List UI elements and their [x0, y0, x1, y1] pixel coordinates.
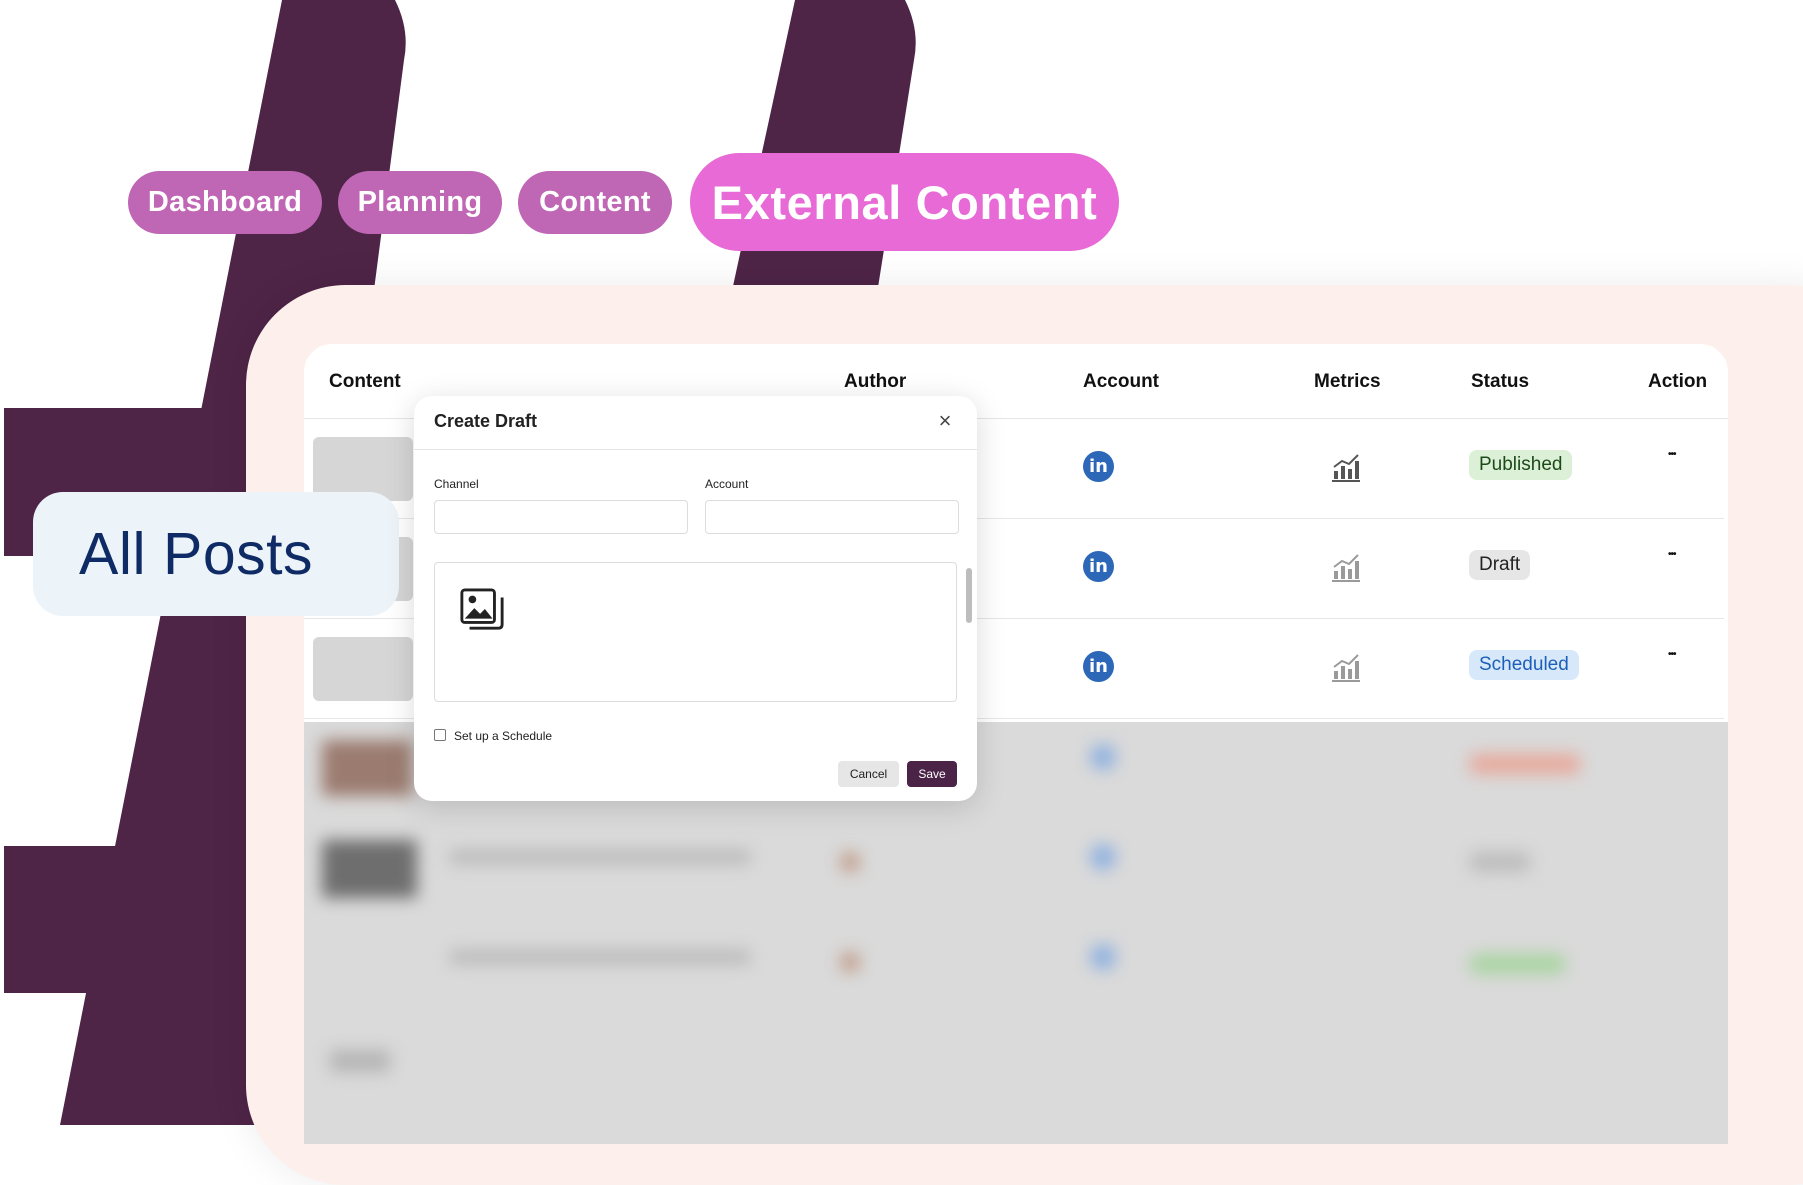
content-thumbnail — [313, 637, 413, 701]
tab-dashboard[interactable]: Dashboard — [128, 171, 322, 234]
channel-label: Channel — [434, 477, 479, 491]
linkedin-icon[interactable]: in — [1083, 451, 1114, 482]
media-upload-area[interactable] — [434, 562, 957, 702]
col-header-account: Account — [1083, 371, 1159, 392]
modal-header: Create Draft × — [414, 396, 977, 450]
cancel-button-label: Cancel — [849, 767, 888, 781]
close-icon[interactable]: × — [934, 410, 956, 432]
blurred-text — [450, 950, 750, 964]
col-header-author: Author — [844, 371, 907, 392]
modal-title: Create Draft — [434, 411, 538, 431]
more-actions-button[interactable]: ••• — [1668, 549, 1676, 560]
schedule-checkbox-label: Set up a Schedule — [454, 729, 553, 743]
col-header-status: Status — [1471, 371, 1530, 392]
blurred-account-icon — [1090, 844, 1116, 870]
blurred-thumbnail — [322, 840, 417, 898]
bar-chart-icon[interactable] — [1330, 651, 1362, 683]
tab-content-label: Content — [539, 186, 651, 218]
blurred-status-badge — [1470, 954, 1565, 974]
section-label-text: All Posts — [79, 521, 314, 587]
tab-planning-label: Planning — [357, 186, 483, 218]
modal-scrollbar[interactable] — [966, 568, 972, 623]
tab-content[interactable]: Content — [518, 171, 672, 234]
create-draft-modal: Create Draft × Channel Account Set up a … — [414, 396, 977, 801]
section-label: All Posts — [33, 492, 399, 616]
status-badge: Published — [1469, 450, 1573, 480]
blurred-avatar — [840, 952, 860, 972]
tab-dashboard-label: Dashboard — [147, 186, 303, 218]
save-button[interactable]: Save — [907, 761, 957, 787]
blurred-status-badge — [1470, 852, 1530, 872]
blurred-avatar — [840, 852, 860, 872]
tab-external-content-label: External Content — [711, 175, 1098, 229]
linkedin-icon[interactable]: in — [1083, 551, 1114, 582]
save-button-label: Save — [918, 767, 946, 781]
status-badge: Draft — [1469, 550, 1531, 580]
account-field[interactable] — [705, 500, 959, 534]
blurred-text — [450, 850, 750, 864]
more-actions-button[interactable]: ••• — [1668, 449, 1676, 460]
account-label: Account — [705, 477, 749, 491]
blurred-account-icon — [1090, 744, 1116, 770]
status-badge-text: Scheduled — [1479, 654, 1569, 675]
tab-external-content[interactable]: External Content — [690, 153, 1119, 251]
tab-planning[interactable]: Planning — [338, 171, 502, 234]
status-badge-text: Draft — [1479, 554, 1521, 575]
blurred-status-badge — [1470, 754, 1580, 774]
col-header-content: Content — [329, 371, 401, 392]
status-badge-text: Published — [1479, 454, 1563, 475]
cancel-button[interactable]: Cancel — [838, 761, 899, 787]
image-gallery-icon[interactable] — [459, 587, 505, 633]
blurred-account-icon — [1090, 944, 1116, 970]
blurred-pagination — [330, 1050, 390, 1072]
blurred-thumbnail — [322, 740, 412, 796]
more-actions-button[interactable]: ••• — [1668, 649, 1676, 660]
bar-chart-icon[interactable] — [1330, 451, 1362, 483]
col-header-metrics: Metrics — [1314, 371, 1381, 392]
schedule-checkbox[interactable] — [434, 729, 446, 741]
linkedin-icon[interactable]: in — [1083, 651, 1114, 682]
bar-chart-icon[interactable] — [1330, 551, 1362, 583]
status-badge: Scheduled — [1469, 650, 1579, 680]
channel-field[interactable] — [434, 500, 688, 534]
col-header-action: Action — [1648, 371, 1708, 392]
